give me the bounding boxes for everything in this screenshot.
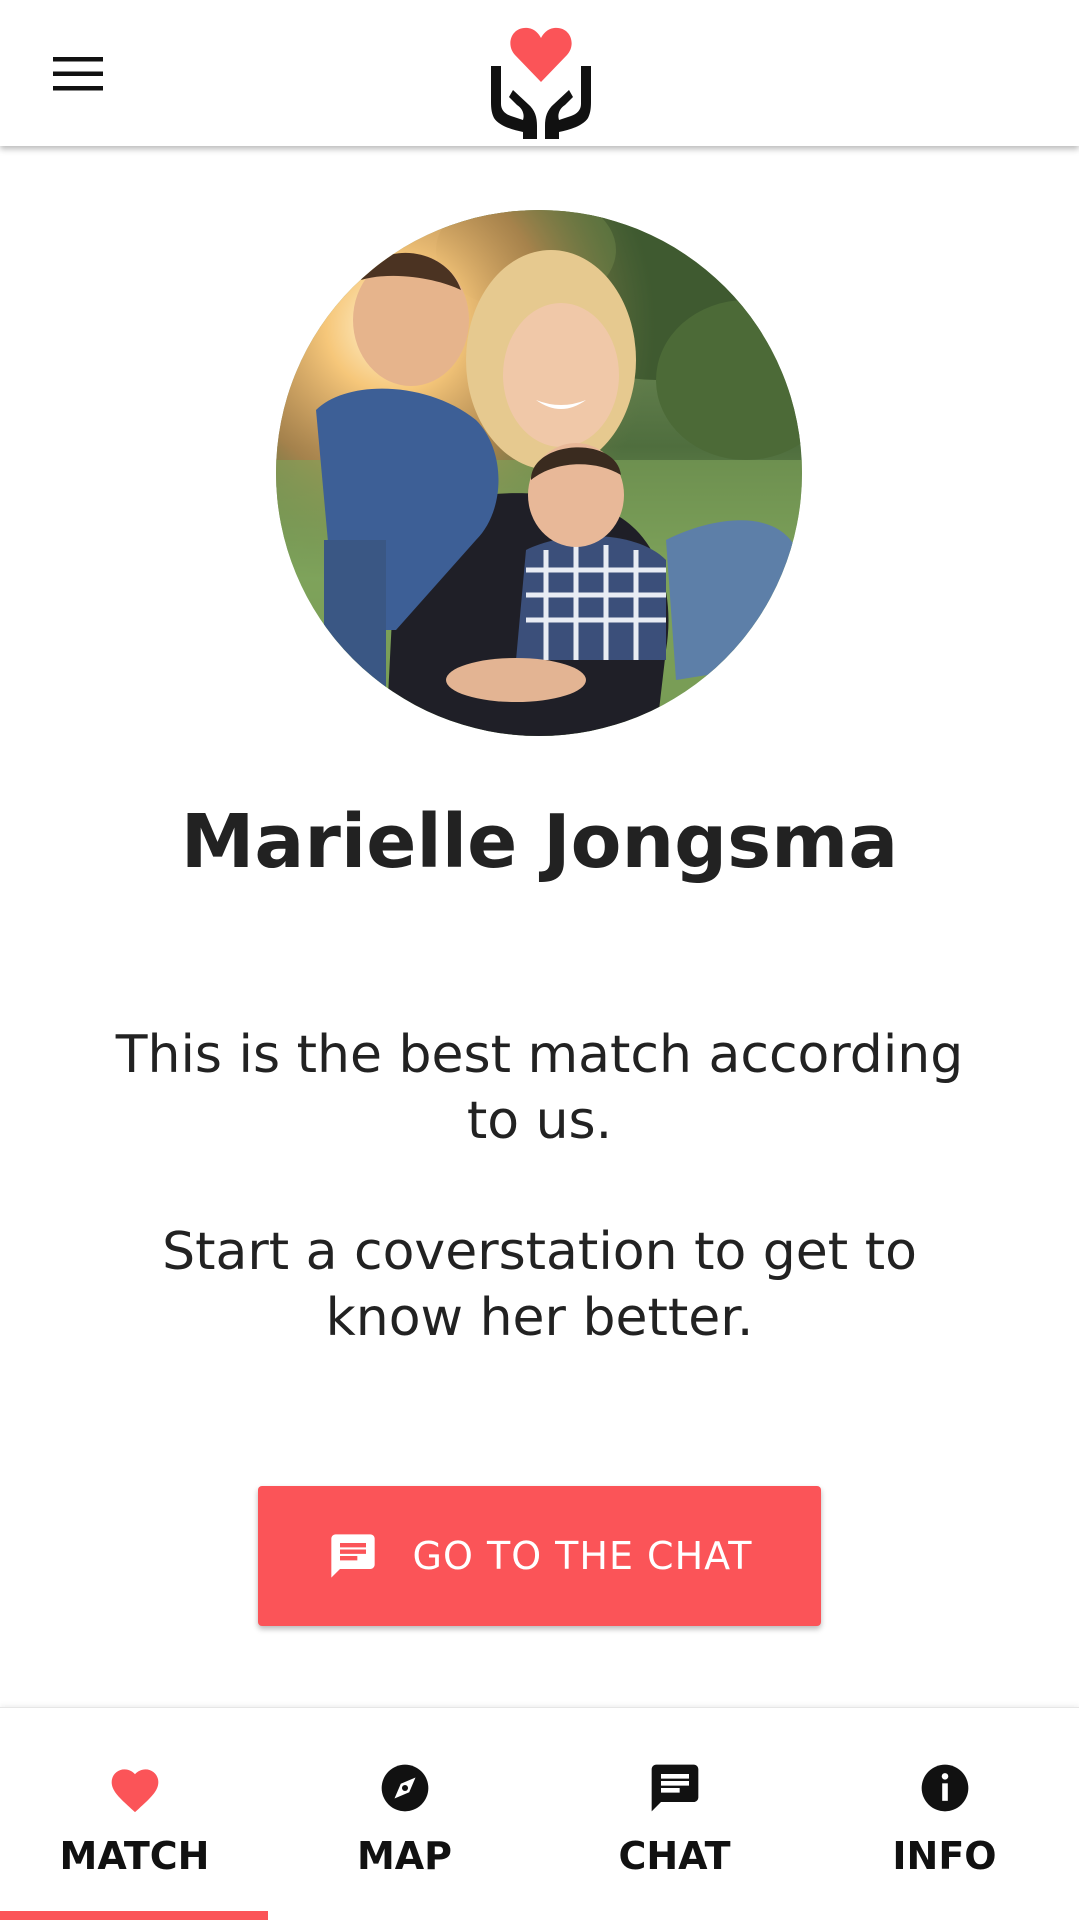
nav-item-match[interactable]: MATCH — [0, 1708, 269, 1920]
conversation-prompt: Start a coverstation to get to know her … — [162, 1222, 917, 1348]
nav-item-map[interactable]: MAP — [270, 1708, 539, 1920]
bottom-navigation: MATCH MAP CHAT INFO — [0, 1707, 1079, 1920]
nav-label-chat: CHAT — [618, 1834, 731, 1878]
info-icon — [921, 1764, 968, 1812]
go-to-chat-button[interactable]: GO TO THE CHAT — [258, 1486, 821, 1626]
heart-in-hands-logo — [491, 27, 591, 139]
profile-name: Marielle Jongsma — [180, 799, 899, 885]
menu-button[interactable] — [38, 42, 118, 106]
chat-icon — [651, 1764, 698, 1812]
nav-label-map: MAP — [356, 1834, 453, 1878]
nav-label-match: MATCH — [59, 1834, 210, 1878]
profile-photo-image — [276, 210, 802, 736]
compass-icon — [381, 1764, 428, 1812]
match-description: This is the best match according to us. — [115, 1025, 964, 1151]
app-bar — [0, 0, 1079, 146]
nav-item-info[interactable]: INFO — [810, 1708, 1079, 1920]
heart-icon — [111, 1769, 158, 1813]
profile-photo — [276, 210, 802, 736]
nav-item-chat[interactable]: CHAT — [540, 1708, 809, 1920]
nav-label-info: INFO — [892, 1834, 997, 1878]
hamburger-menu-icon — [53, 57, 103, 91]
go-to-chat-label: GO TO THE CHAT — [412, 1534, 753, 1578]
chat-bubble-icon — [330, 1534, 375, 1578]
